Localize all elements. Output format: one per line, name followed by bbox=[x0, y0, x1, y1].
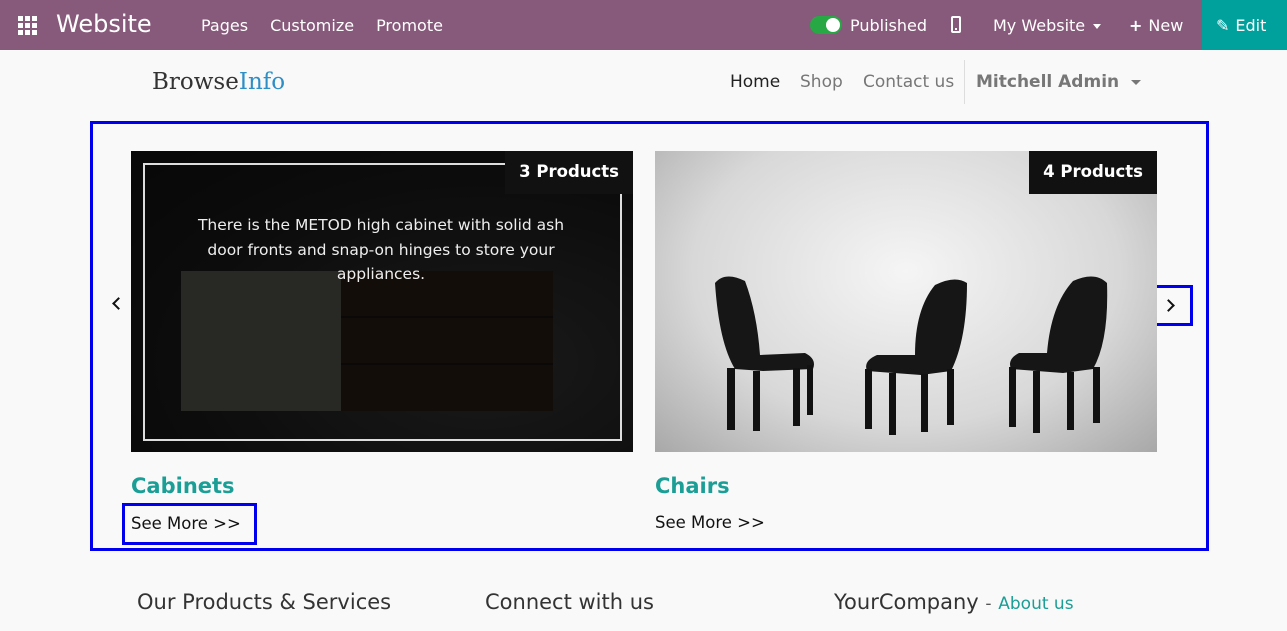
chair-illustration bbox=[705, 273, 825, 438]
caret-down-icon bbox=[1131, 79, 1142, 85]
admin-top-bar: Website Pages Customize Promote Publishe… bbox=[0, 0, 1287, 50]
see-more-chairs-link[interactable]: See More >> bbox=[655, 513, 765, 532]
chevron-right-icon bbox=[1162, 299, 1175, 312]
user-name: Mitchell Admin bbox=[976, 72, 1120, 92]
logo-part-info: Info bbox=[238, 69, 286, 95]
website-selector[interactable]: My Website bbox=[993, 16, 1102, 35]
about-us-link[interactable]: About us bbox=[998, 594, 1073, 614]
website-selector-label: My Website bbox=[993, 16, 1086, 35]
caret-down-icon bbox=[1093, 24, 1102, 29]
logo-part-browse: Browse bbox=[152, 69, 239, 95]
top-menu: Pages Customize Promote bbox=[201, 16, 443, 35]
menu-customize[interactable]: Customize bbox=[270, 16, 354, 35]
category-title-chairs[interactable]: Chairs bbox=[655, 474, 730, 498]
heading-separator: - bbox=[985, 594, 992, 614]
product-count-badge: 4 Products bbox=[1029, 151, 1157, 194]
menu-pages[interactable]: Pages bbox=[201, 16, 248, 35]
chair-illustration bbox=[855, 279, 975, 439]
company-name: YourCompany bbox=[834, 590, 979, 614]
plus-icon: + bbox=[1129, 16, 1143, 35]
edit-button-label: Edit bbox=[1235, 16, 1267, 35]
nav-home[interactable]: Home bbox=[730, 72, 780, 92]
user-menu[interactable]: Mitchell Admin bbox=[976, 72, 1142, 92]
new-button[interactable]: + New bbox=[1129, 16, 1183, 35]
chair-illustration bbox=[1005, 275, 1115, 440]
published-toggle[interactable] bbox=[810, 16, 842, 34]
overlay-frame bbox=[143, 163, 622, 441]
edit-button[interactable]: ✎ Edit bbox=[1202, 0, 1287, 50]
footer-products-heading: Our Products & Services bbox=[137, 590, 392, 614]
footer-connect-heading: Connect with us bbox=[485, 590, 654, 614]
published-label[interactable]: Published bbox=[850, 16, 927, 35]
footer-company-heading: YourCompany - About us bbox=[834, 590, 1074, 614]
product-count-badge: 3 Products bbox=[505, 151, 633, 194]
site-logo[interactable]: BrowseInfo bbox=[152, 69, 285, 95]
pencil-icon: ✎ bbox=[1216, 16, 1230, 35]
mobile-preview-icon[interactable] bbox=[951, 16, 961, 33]
menu-promote[interactable]: Promote bbox=[376, 16, 443, 35]
cabinets-image[interactable]: There is the METOD high cabinet with sol… bbox=[131, 151, 633, 452]
chairs-image[interactable]: 4 Products bbox=[655, 151, 1157, 452]
category-description: There is the METOD high cabinet with sol… bbox=[197, 216, 565, 283]
app-title[interactable]: Website bbox=[56, 10, 152, 38]
category-title-cabinets[interactable]: Cabinets bbox=[131, 474, 235, 498]
apps-grid-icon[interactable] bbox=[18, 16, 37, 35]
carousel-prev-button[interactable] bbox=[110, 293, 126, 315]
nav-contact-us[interactable]: Contact us bbox=[863, 72, 954, 92]
nav-divider bbox=[964, 60, 965, 104]
chevron-left-icon bbox=[112, 297, 125, 310]
see-more-cabinets-link[interactable]: See More >> bbox=[122, 503, 257, 545]
nav-shop[interactable]: Shop bbox=[800, 72, 843, 92]
new-button-label: New bbox=[1148, 16, 1184, 35]
